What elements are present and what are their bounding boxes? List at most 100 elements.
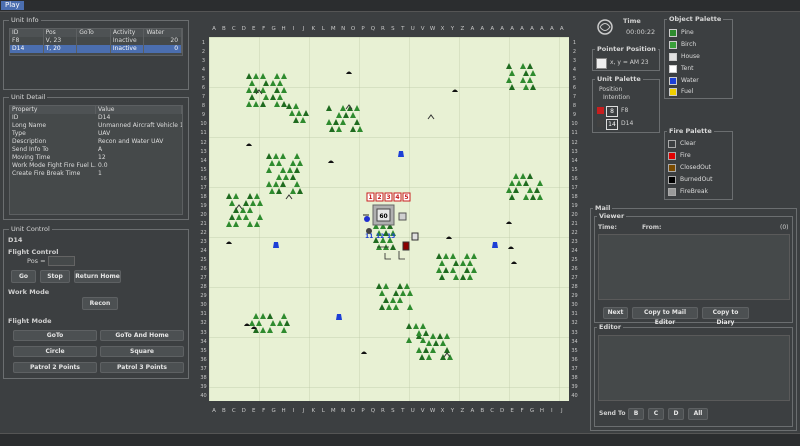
unit-palette-panel: Unit Palette Position Intention 8 F8 14 … bbox=[592, 75, 660, 133]
col-water[interactable]: Water bbox=[144, 29, 182, 37]
map-row-label: 24 bbox=[571, 248, 578, 255]
map-col-label: P bbox=[361, 26, 365, 32]
map-row-label: 19 bbox=[200, 202, 207, 209]
pos-input[interactable] bbox=[48, 256, 75, 266]
val: 0.0 bbox=[98, 162, 108, 169]
send-to-b-button[interactable]: B bbox=[628, 408, 644, 420]
map-col-label: C bbox=[490, 408, 495, 414]
prop: Type bbox=[12, 130, 26, 137]
return-home-button[interactable]: Return Home bbox=[74, 270, 121, 283]
palette-item-tent[interactable]: Tent bbox=[669, 64, 694, 74]
closedout-swatch bbox=[668, 163, 676, 172]
map-col-label: Q bbox=[370, 408, 376, 414]
go-button[interactable]: Go bbox=[11, 270, 36, 283]
palette-item-fuel[interactable]: Fuel bbox=[669, 87, 693, 97]
table-row[interactable]: F8 V, 23 Inactive 20 bbox=[10, 37, 183, 45]
palette-item-house[interactable]: House bbox=[669, 52, 700, 62]
palette-item-label: House bbox=[681, 53, 700, 60]
map-row-label: 19 bbox=[571, 202, 578, 209]
cell: 20 bbox=[144, 37, 183, 45]
unit-marker-label: 1 bbox=[368, 194, 372, 201]
map-col-label: V bbox=[420, 408, 425, 414]
unit-color-swatch bbox=[597, 120, 604, 127]
next-button[interactable]: Next bbox=[603, 307, 628, 319]
send-to-c-button[interactable]: C bbox=[648, 408, 664, 420]
base-labels: 11 12 13 bbox=[365, 233, 395, 240]
map-col-label: R bbox=[380, 408, 385, 414]
goto-and-home-button[interactable]: GoTo And Home bbox=[100, 330, 184, 341]
square-button[interactable]: Square bbox=[100, 346, 184, 357]
cell bbox=[77, 45, 111, 53]
map-grid[interactable]: 60 12345 11 12 13 bbox=[209, 37, 569, 401]
recon-button[interactable]: Recon bbox=[82, 297, 118, 310]
send-to-all-button[interactable]: All bbox=[688, 408, 708, 420]
val: Unmanned Aircraft Vehicle 14 bbox=[98, 122, 182, 129]
flight-mode-label: Flight Mode bbox=[8, 317, 52, 325]
fire-item-firebreak[interactable]: FireBreak bbox=[668, 187, 708, 197]
table-row-selected[interactable]: D14 T, 20 Inactive 0 bbox=[10, 45, 183, 53]
patrol-2-points-button[interactable]: Patrol 2 Points bbox=[13, 362, 97, 373]
goto-button[interactable]: GoTo bbox=[13, 330, 97, 341]
fire-item-closedout[interactable]: ClosedOut bbox=[668, 163, 711, 173]
map-row-label: 18 bbox=[571, 193, 578, 200]
map-row-label: 34 bbox=[571, 338, 578, 345]
map-col-label: P bbox=[361, 408, 365, 414]
map-col-label: A bbox=[470, 408, 475, 414]
palette-item-water[interactable]: Water bbox=[669, 76, 699, 86]
pointer-position-value: x, y = AM 23 bbox=[610, 59, 649, 66]
col-activity[interactable]: Activity bbox=[111, 29, 145, 37]
unit-detail-header: Property Value bbox=[10, 106, 182, 114]
map-col-label: G bbox=[271, 26, 276, 32]
fire-item-clear[interactable]: Clear bbox=[668, 139, 696, 149]
palette-item-birch[interactable]: Birch bbox=[669, 40, 696, 50]
map-row-label: 20 bbox=[571, 211, 578, 218]
col-pos[interactable]: Pos bbox=[44, 29, 78, 37]
map-row-label: 37 bbox=[571, 365, 578, 372]
base-label: 11 bbox=[365, 233, 373, 240]
detail-row: ID D14 bbox=[10, 114, 182, 122]
copy-to-mail-editor-button[interactable]: Copy to Mail Editor bbox=[632, 307, 698, 326]
map-row-label: 12 bbox=[200, 139, 207, 146]
unit-detail-title: Unit Detail bbox=[9, 93, 48, 102]
map-row-label: 28 bbox=[200, 284, 207, 291]
palette-item-pine[interactable]: Pine bbox=[669, 28, 694, 38]
tent-icon bbox=[669, 64, 677, 73]
stop-button[interactable]: Stop bbox=[40, 270, 70, 283]
map-row-label: 29 bbox=[200, 293, 207, 300]
selected-unit-id: D14 bbox=[8, 236, 23, 244]
fire-item-fire[interactable]: Fire bbox=[668, 151, 691, 161]
circle-button[interactable]: Circle bbox=[13, 346, 97, 357]
map-row-label: 12 bbox=[571, 139, 578, 146]
unit-markers: 12345 bbox=[366, 192, 411, 202]
col-goto[interactable]: GoTo bbox=[77, 29, 111, 37]
fuel-icon bbox=[669, 87, 677, 96]
unit-info-panel: Unit Info ID Pos GoTo Activity Water F8 … bbox=[3, 16, 189, 90]
mail-viewer-body[interactable] bbox=[598, 234, 790, 300]
patrol-3-points-button[interactable]: Patrol 3 Points bbox=[100, 362, 184, 373]
col-value[interactable]: Value bbox=[96, 106, 182, 114]
prop: Long Name bbox=[12, 122, 47, 129]
unit-control-panel: Unit Control D14 Flight Control Pos = Go… bbox=[3, 225, 189, 379]
detail-row: Send Info To A bbox=[10, 146, 182, 154]
mail-editor-body[interactable] bbox=[598, 335, 790, 401]
cell bbox=[77, 37, 111, 45]
send-to-d-button[interactable]: D bbox=[668, 408, 684, 420]
unit-palette-entry-f8[interactable]: 8 F8 bbox=[597, 106, 657, 117]
fire-item-burnedout[interactable]: BurnedOut bbox=[668, 175, 712, 185]
map-row-label: 17 bbox=[571, 184, 578, 191]
unit-info-table: ID Pos GoTo Activity Water F8 V, 23 Inac… bbox=[9, 28, 183, 56]
menu-play[interactable]: Play bbox=[1, 1, 24, 10]
map-col-label: M bbox=[330, 26, 336, 32]
cell: V, 23 bbox=[44, 37, 78, 45]
copy-to-diary-button[interactable]: Copy to Diary bbox=[702, 307, 749, 326]
map-row-label: 25 bbox=[571, 257, 578, 264]
unit-palette-entry-d14[interactable]: 14 D14 bbox=[597, 119, 657, 130]
fire-item-label: BurnedOut bbox=[680, 176, 713, 183]
map-row-label: 21 bbox=[200, 220, 207, 227]
mail-editor-panel: Editor Send To B C D All bbox=[594, 323, 793, 427]
col-property[interactable]: Property bbox=[10, 106, 96, 114]
cell: D14 bbox=[10, 45, 44, 53]
cursor-icon bbox=[596, 58, 607, 69]
col-id[interactable]: ID bbox=[10, 29, 44, 37]
map-col-label: A bbox=[212, 26, 216, 32]
